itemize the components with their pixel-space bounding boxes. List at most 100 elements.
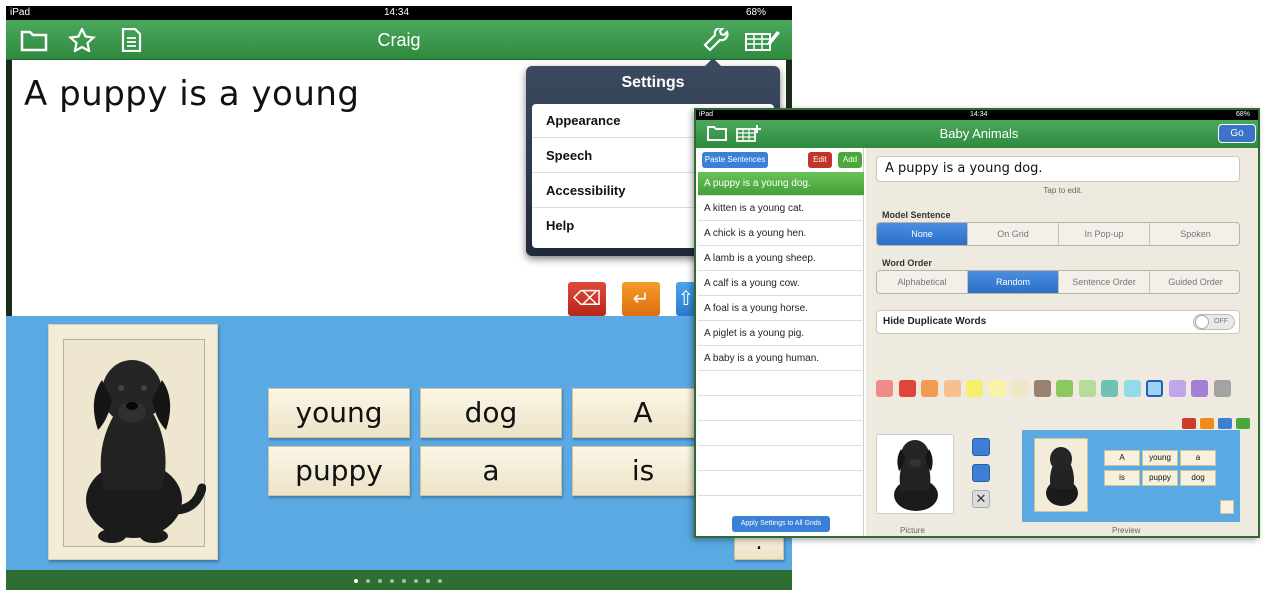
status-bar: iPad 14:34 68% xyxy=(696,110,1258,120)
preview-period-tile xyxy=(1220,500,1234,514)
speaker-icon[interactable] xyxy=(1218,418,1232,429)
page-dot[interactable] xyxy=(438,579,442,583)
shift-icon: ⇧ xyxy=(677,288,695,310)
hide-duplicates-label: Hide Duplicate Words xyxy=(883,316,987,327)
color-swatch[interactable] xyxy=(921,380,938,397)
wrench-icon[interactable] xyxy=(702,26,730,52)
option-spoken[interactable]: Spoken xyxy=(1150,223,1239,245)
color-swatch[interactable] xyxy=(1123,380,1141,397)
clock: 14:34 xyxy=(384,7,410,18)
sentence-row[interactable]: A piglet is a young pig. xyxy=(698,322,864,346)
empty-row xyxy=(698,472,864,496)
return-button[interactable]: ↵ xyxy=(622,282,660,316)
hide-duplicates-toggle[interactable]: OFF xyxy=(1193,314,1235,330)
option-guided-order[interactable]: Guided Order xyxy=(1150,271,1239,293)
word-tile[interactable]: A xyxy=(572,388,714,438)
empty-row xyxy=(698,372,864,396)
word-tile[interactable]: a xyxy=(420,446,562,496)
sentence-row[interactable]: A puppy is a young dog. xyxy=(698,172,864,196)
word-tile[interactable]: dog xyxy=(420,388,562,438)
carrier-label: iPad xyxy=(699,111,714,118)
preview-caption: Preview xyxy=(1112,526,1141,535)
preview-word-tile: is xyxy=(1104,470,1140,486)
color-swatch[interactable] xyxy=(966,380,983,397)
apply-settings-button[interactable]: Apply Settings to All Grids xyxy=(732,516,830,532)
option-none[interactable]: None xyxy=(877,223,968,245)
color-swatch[interactable] xyxy=(1191,380,1208,397)
word-order-label: Word Order xyxy=(882,258,932,268)
page-control-bar xyxy=(6,570,792,590)
backspace-icon[interactable] xyxy=(1182,418,1196,429)
color-swatch[interactable] xyxy=(1101,380,1118,397)
add-button[interactable]: Add xyxy=(838,152,862,168)
option-random[interactable]: Random xyxy=(968,271,1059,293)
option-in-popup[interactable]: In Pop-up xyxy=(1059,223,1150,245)
color-swatch[interactable] xyxy=(988,380,1006,397)
tap-to-edit-hint: Tap to edit. xyxy=(1043,186,1083,195)
puppy-picture xyxy=(63,339,207,547)
model-sentence-label: Model Sentence xyxy=(882,210,951,220)
option-sentence-order[interactable]: Sentence Order xyxy=(1059,271,1150,293)
picture-caption: Picture xyxy=(900,526,925,535)
page-dot[interactable] xyxy=(402,579,406,583)
delete-picture-icon[interactable]: ✕ xyxy=(972,490,990,508)
paste-sentences-button[interactable]: Paste Sentences xyxy=(702,152,768,168)
page-title: Craig xyxy=(377,30,421,50)
keyboard-icon[interactable] xyxy=(1236,418,1250,429)
color-swatch[interactable] xyxy=(943,380,961,397)
page-dot[interactable] xyxy=(414,579,418,583)
sentence-row[interactable]: A foal is a young horse. xyxy=(698,297,864,321)
option-alphabetical[interactable]: Alphabetical xyxy=(877,271,968,293)
color-swatch[interactable] xyxy=(1146,380,1163,397)
word-tile[interactable]: puppy xyxy=(268,446,410,496)
preview-picture xyxy=(1034,438,1088,512)
photo-library-icon[interactable] xyxy=(972,464,990,482)
grid-edit-icon[interactable] xyxy=(744,28,780,52)
model-sentence-segmented-control: None On Grid In Pop-up Spoken xyxy=(876,222,1240,246)
camera-icon[interactable] xyxy=(972,438,990,456)
word-tile[interactable]: young xyxy=(268,388,410,438)
page-dot[interactable] xyxy=(426,579,430,583)
grid-title: Baby Animals xyxy=(939,126,1019,141)
grid-editor-screen: iPad 14:34 68% Baby Animals Go Paste Sen… xyxy=(694,108,1260,538)
sentence-settings-panel: A puppy is a young dog. Tap to edit. Mod… xyxy=(866,148,1258,536)
popover-arrow xyxy=(704,58,722,67)
grid-preview: A young a is puppy dog xyxy=(1022,430,1240,522)
color-swatch[interactable] xyxy=(898,380,916,397)
picture-card[interactable] xyxy=(48,324,218,560)
picture-well[interactable] xyxy=(876,434,954,514)
clock: 14:34 xyxy=(970,111,988,118)
color-swatch[interactable] xyxy=(1213,380,1231,397)
sentence-row[interactable]: A kitten is a young cat. xyxy=(698,197,864,221)
color-swatch[interactable] xyxy=(1056,380,1073,397)
empty-row xyxy=(698,447,864,471)
sentence-field[interactable]: A puppy is a young dog. xyxy=(876,156,1240,182)
go-button[interactable]: Go xyxy=(1218,124,1256,143)
navigation-bar: Baby Animals Go xyxy=(696,120,1258,148)
option-on-grid[interactable]: On Grid xyxy=(968,223,1059,245)
color-swatch[interactable] xyxy=(1168,380,1186,397)
shift-button[interactable]: ⇧ xyxy=(676,282,696,316)
sentence-text: A puppy is a young xyxy=(24,74,360,114)
return-icon[interactable] xyxy=(1200,418,1214,429)
hide-duplicates-row: Hide Duplicate Words OFF xyxy=(876,310,1240,334)
edit-button[interactable]: Edit xyxy=(808,152,832,168)
sentence-row[interactable]: A calf is a young cow. xyxy=(698,272,864,296)
page-dot[interactable] xyxy=(378,579,382,583)
page-dot[interactable] xyxy=(390,579,394,583)
page-dot[interactable] xyxy=(354,579,358,583)
color-swatch[interactable] xyxy=(1078,380,1096,397)
sentence-row[interactable]: A lamb is a young sheep. xyxy=(698,247,864,271)
popover-title: Settings xyxy=(621,74,685,91)
backspace-button[interactable]: ⌫ xyxy=(568,282,606,316)
main-ipad-screen: iPad 14:34 68% Craig A puppy is a young … xyxy=(6,6,792,590)
color-swatch[interactable] xyxy=(1033,380,1051,397)
word-tile[interactable]: is xyxy=(572,446,714,496)
color-swatch[interactable] xyxy=(876,380,893,397)
sentence-row[interactable]: A chick is a young hen. xyxy=(698,222,864,246)
sentence-row[interactable]: A baby is a young human. xyxy=(698,347,864,371)
status-bar: iPad 14:34 68% xyxy=(6,6,792,20)
battery-label: 68% xyxy=(746,7,767,18)
color-swatch[interactable] xyxy=(1011,380,1028,397)
page-dot[interactable] xyxy=(366,579,370,583)
